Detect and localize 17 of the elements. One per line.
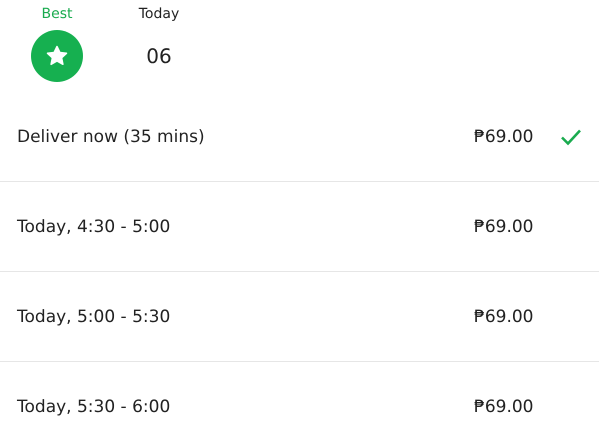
slot-price: ₱69.00 bbox=[474, 216, 534, 236]
slot-label: Today, 4:30 - 5:00 bbox=[17, 216, 172, 236]
delivery-slot-row[interactable]: Today, 4:30 - 5:00 ₱69.00 bbox=[0, 182, 599, 272]
delivery-slot-row[interactable]: Today, 5:30 - 6:00 ₱69.00 bbox=[0, 362, 599, 442]
slot-price: ₱69.00 bbox=[474, 396, 534, 416]
tab-label: Today bbox=[138, 6, 180, 22]
slot-label: Today, 5:30 - 6:00 bbox=[17, 396, 172, 416]
star-icon bbox=[45, 44, 69, 68]
date-number: 06 bbox=[145, 43, 173, 70]
slot-price: ₱69.00 bbox=[474, 306, 534, 326]
tab-label: Best bbox=[41, 6, 72, 22]
slot-label: Deliver now (35 mins) bbox=[17, 126, 206, 146]
day-tab[interactable]: Today 06 bbox=[121, 6, 197, 92]
slot-price: ₱69.00 bbox=[474, 126, 534, 146]
delivery-slot-row[interactable]: Deliver now (35 mins) ₱69.00 bbox=[0, 92, 599, 182]
delivery-slot-row[interactable]: Today, 5:00 - 5:30 ₱69.00 bbox=[0, 272, 599, 362]
slot-label: Today, 5:00 - 5:30 bbox=[17, 306, 172, 326]
